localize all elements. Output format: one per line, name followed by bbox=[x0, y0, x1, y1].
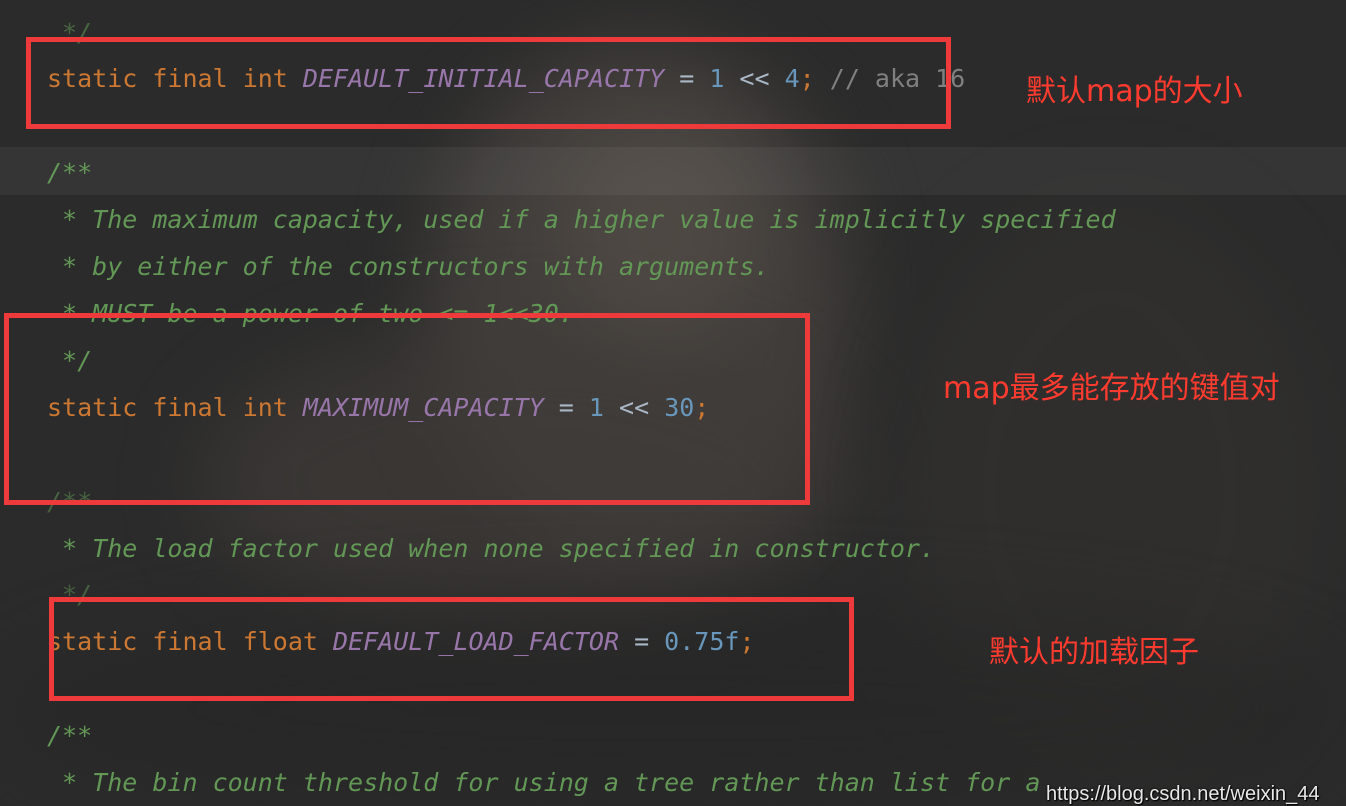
annotation-max-entries: map最多能存放的键值对 bbox=[943, 371, 1280, 406]
doc-comment-line: * The maximum capacity, used if a higher… bbox=[47, 205, 1116, 234]
annotation-default-load-factor: 默认的加载因子 bbox=[989, 635, 1199, 670]
doc-comment-line: * by either of the constructors with arg… bbox=[47, 252, 770, 281]
annotation-default-size: 默认map的大小 bbox=[1026, 74, 1243, 109]
highlight-box-default-capacity bbox=[26, 37, 951, 129]
highlight-box-load-factor bbox=[49, 597, 854, 701]
doc-comment-open: /** bbox=[47, 158, 93, 187]
doc-comment-open: /** bbox=[47, 721, 93, 750]
highlight-box-maximum-capacity bbox=[4, 313, 810, 505]
doc-comment-line: * The load factor used when none specifi… bbox=[47, 534, 936, 563]
watermark: https://blog.csdn.net/weixin_44 bbox=[1046, 783, 1320, 805]
doc-comment-line: * The bin count threshold for using a tr… bbox=[47, 768, 1041, 797]
